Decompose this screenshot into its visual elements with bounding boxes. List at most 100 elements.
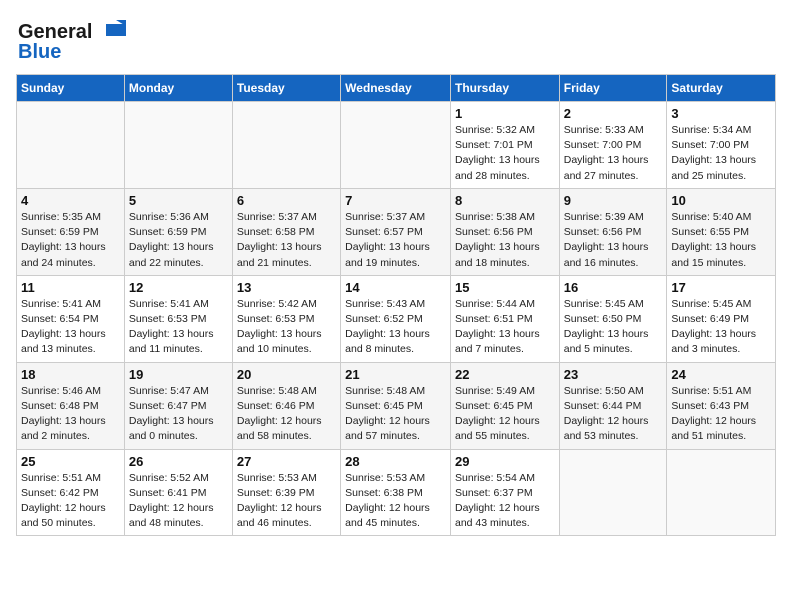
day-number: 14 (345, 280, 446, 295)
day-number: 10 (671, 193, 771, 208)
day-number: 20 (237, 367, 336, 382)
day-info: Sunrise: 5:44 AM Sunset: 6:51 PM Dayligh… (455, 297, 555, 358)
day-info: Sunrise: 5:42 AM Sunset: 6:53 PM Dayligh… (237, 297, 336, 358)
day-number: 7 (345, 193, 446, 208)
day-number: 28 (345, 454, 446, 469)
calendar-cell (124, 102, 232, 189)
day-info: Sunrise: 5:36 AM Sunset: 6:59 PM Dayligh… (129, 210, 228, 271)
calendar-cell (559, 449, 667, 536)
day-number: 22 (455, 367, 555, 382)
day-info: Sunrise: 5:45 AM Sunset: 6:50 PM Dayligh… (564, 297, 663, 358)
day-number: 16 (564, 280, 663, 295)
calendar-cell: 8Sunrise: 5:38 AM Sunset: 6:56 PM Daylig… (450, 188, 559, 275)
calendar-cell (667, 449, 776, 536)
calendar-week-4: 18 Sunrise: 5:46 AM Sunset: 6:48 PM Dayli… (17, 362, 776, 449)
day-info: Sunrise: 5:53 AM Sunset: 6:38 PM Dayligh… (345, 471, 446, 532)
calendar-week-1: 1Sunrise: 5:32 AM Sunset: 7:01 PM Daylig… (17, 102, 776, 189)
day-info: Sunrise: 5:48 AM Sunset: 6:45 PM Dayligh… (345, 384, 446, 445)
day-number: 24 (671, 367, 771, 382)
day-number: 6 (237, 193, 336, 208)
day-header-saturday: Saturday (667, 75, 776, 102)
day-number: 13 (237, 280, 336, 295)
calendar-cell: 24 Sunrise: 5:51 AM Sunset: 6:43 PM Dayli… (667, 362, 776, 449)
day-info: Sunrise: 5:46 AM Sunset: 6:48 PM Dayligh… (21, 384, 120, 445)
calendar-cell: 10 Sunrise: 5:40 AM Sunset: 6:55 PM Dayli… (667, 188, 776, 275)
calendar-cell: 26 Sunrise: 5:52 AM Sunset: 6:41 PM Dayli… (124, 449, 232, 536)
day-number: 3 (671, 106, 771, 121)
day-number: 11 (21, 280, 120, 295)
svg-text:Blue: Blue (18, 41, 61, 63)
calendar-week-5: 25Sunrise: 5:51 AM Sunset: 6:42 PM Dayli… (17, 449, 776, 536)
calendar-cell: 11 Sunrise: 5:41 AM Sunset: 6:54 PM Dayli… (17, 275, 125, 362)
day-info: Sunrise: 5:49 AM Sunset: 6:45 PM Dayligh… (455, 384, 555, 445)
calendar-cell: 21 Sunrise: 5:48 AM Sunset: 6:45 PM Dayli… (341, 362, 451, 449)
calendar-cell (17, 102, 125, 189)
day-info: Sunrise: 5:47 AM Sunset: 6:47 PM Dayligh… (129, 384, 228, 445)
calendar-cell: 16 Sunrise: 5:45 AM Sunset: 6:50 PM Dayli… (559, 275, 667, 362)
day-info: Sunrise: 5:43 AM Sunset: 6:52 PM Dayligh… (345, 297, 446, 358)
calendar-cell: 4 Sunrise: 5:35 AM Sunset: 6:59 PM Daylig… (17, 188, 125, 275)
day-info: Sunrise: 5:35 AM Sunset: 6:59 PM Dayligh… (21, 210, 120, 271)
day-info: Sunrise: 5:37 AM Sunset: 6:58 PM Dayligh… (237, 210, 336, 271)
day-info: Sunrise: 5:53 AM Sunset: 6:39 PM Dayligh… (237, 471, 336, 532)
day-number: 4 (21, 193, 120, 208)
day-header-sunday: Sunday (17, 75, 125, 102)
day-info: Sunrise: 5:51 AM Sunset: 6:43 PM Dayligh… (671, 384, 771, 445)
day-number: 2 (564, 106, 663, 121)
day-number: 21 (345, 367, 446, 382)
calendar-body: 1Sunrise: 5:32 AM Sunset: 7:01 PM Daylig… (17, 102, 776, 536)
calendar-cell (341, 102, 451, 189)
calendar-cell: 2 Sunrise: 5:33 AM Sunset: 7:00 PM Daylig… (559, 102, 667, 189)
day-number: 26 (129, 454, 228, 469)
day-info: Sunrise: 5:52 AM Sunset: 6:41 PM Dayligh… (129, 471, 228, 532)
day-info: Sunrise: 5:33 AM Sunset: 7:00 PM Dayligh… (564, 123, 663, 184)
calendar-cell: 13 Sunrise: 5:42 AM Sunset: 6:53 PM Dayli… (232, 275, 340, 362)
calendar-cell: 22 Sunrise: 5:49 AM Sunset: 6:45 PM Dayli… (450, 362, 559, 449)
day-info: Sunrise: 5:54 AM Sunset: 6:37 PM Dayligh… (455, 471, 555, 532)
day-info: Sunrise: 5:38 AM Sunset: 6:56 PM Dayligh… (455, 210, 555, 271)
day-number: 15 (455, 280, 555, 295)
calendar-cell: 6 Sunrise: 5:37 AM Sunset: 6:58 PM Daylig… (232, 188, 340, 275)
day-header-monday: Monday (124, 75, 232, 102)
calendar-cell: 14 Sunrise: 5:43 AM Sunset: 6:52 PM Dayli… (341, 275, 451, 362)
calendar-week-2: 4 Sunrise: 5:35 AM Sunset: 6:59 PM Daylig… (17, 188, 776, 275)
day-info: Sunrise: 5:41 AM Sunset: 6:53 PM Dayligh… (129, 297, 228, 358)
day-info: Sunrise: 5:39 AM Sunset: 6:56 PM Dayligh… (564, 210, 663, 271)
day-header-tuesday: Tuesday (232, 75, 340, 102)
calendar-header-row: SundayMondayTuesdayWednesdayThursdayFrid… (17, 75, 776, 102)
logo-svg: General Blue (16, 16, 126, 66)
day-number: 18 (21, 367, 120, 382)
calendar-cell: 7 Sunrise: 5:37 AM Sunset: 6:57 PM Daylig… (341, 188, 451, 275)
day-number: 5 (129, 193, 228, 208)
calendar-cell: 28 Sunrise: 5:53 AM Sunset: 6:38 PM Dayli… (341, 449, 451, 536)
day-number: 27 (237, 454, 336, 469)
day-info: Sunrise: 5:48 AM Sunset: 6:46 PM Dayligh… (237, 384, 336, 445)
day-header-friday: Friday (559, 75, 667, 102)
day-info: Sunrise: 5:40 AM Sunset: 6:55 PM Dayligh… (671, 210, 771, 271)
calendar-cell: 27 Sunrise: 5:53 AM Sunset: 6:39 PM Dayli… (232, 449, 340, 536)
calendar-cell: 1Sunrise: 5:32 AM Sunset: 7:01 PM Daylig… (450, 102, 559, 189)
header: General Blue (16, 16, 776, 66)
logo: General Blue (16, 16, 126, 66)
calendar-table: SundayMondayTuesdayWednesdayThursdayFrid… (16, 74, 776, 536)
day-header-wednesday: Wednesday (341, 75, 451, 102)
svg-text:General: General (18, 21, 92, 43)
calendar-cell: 15 Sunrise: 5:44 AM Sunset: 6:51 PM Dayli… (450, 275, 559, 362)
day-number: 1 (455, 106, 555, 121)
day-header-thursday: Thursday (450, 75, 559, 102)
day-number: 29 (455, 454, 555, 469)
day-info: Sunrise: 5:37 AM Sunset: 6:57 PM Dayligh… (345, 210, 446, 271)
day-number: 9 (564, 193, 663, 208)
day-info: Sunrise: 5:34 AM Sunset: 7:00 PM Dayligh… (671, 123, 771, 184)
calendar-cell: 12Sunrise: 5:41 AM Sunset: 6:53 PM Dayli… (124, 275, 232, 362)
calendar-cell: 5 Sunrise: 5:36 AM Sunset: 6:59 PM Daylig… (124, 188, 232, 275)
calendar-cell: 25Sunrise: 5:51 AM Sunset: 6:42 PM Dayli… (17, 449, 125, 536)
calendar-cell: 20 Sunrise: 5:48 AM Sunset: 6:46 PM Dayli… (232, 362, 340, 449)
calendar-cell: 19Sunrise: 5:47 AM Sunset: 6:47 PM Dayli… (124, 362, 232, 449)
day-info: Sunrise: 5:41 AM Sunset: 6:54 PM Dayligh… (21, 297, 120, 358)
day-info: Sunrise: 5:50 AM Sunset: 6:44 PM Dayligh… (564, 384, 663, 445)
day-number: 17 (671, 280, 771, 295)
calendar-cell: 17Sunrise: 5:45 AM Sunset: 6:49 PM Dayli… (667, 275, 776, 362)
calendar-cell: 9 Sunrise: 5:39 AM Sunset: 6:56 PM Daylig… (559, 188, 667, 275)
day-info: Sunrise: 5:51 AM Sunset: 6:42 PM Dayligh… (21, 471, 120, 532)
